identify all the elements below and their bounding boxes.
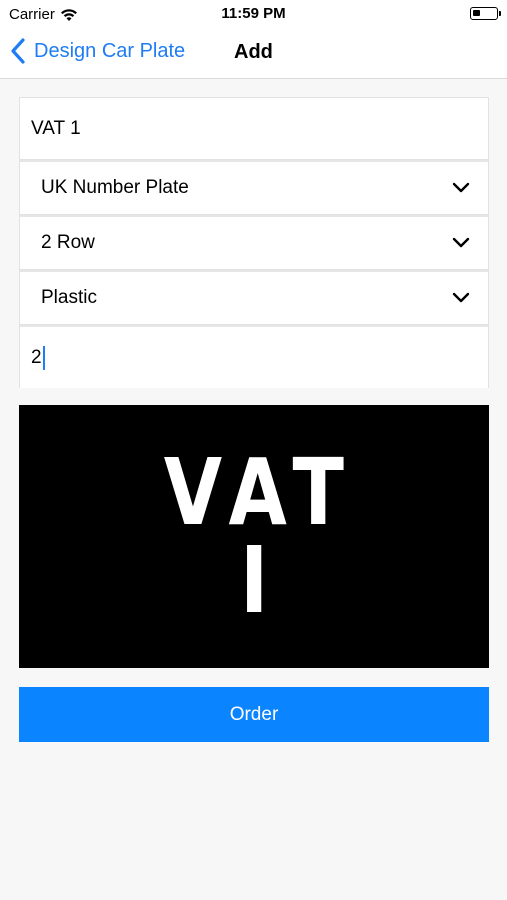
rows-value: 2 Row bbox=[41, 232, 95, 253]
battery-icon bbox=[470, 7, 501, 20]
chevron-down-icon bbox=[452, 237, 470, 248]
plate-type-value: UK Number Plate bbox=[41, 177, 189, 198]
plate-type-select[interactable]: UK Number Plate bbox=[19, 160, 489, 215]
plate-preview-line-2: I bbox=[239, 526, 280, 634]
plate-text-value: VAT 1 bbox=[31, 117, 81, 139]
chevron-down-icon bbox=[452, 292, 470, 303]
navigation-bar: Design Car Plate Add bbox=[0, 28, 507, 79]
chevron-left-icon bbox=[11, 38, 25, 64]
rows-select[interactable]: 2 Row bbox=[19, 215, 489, 270]
battery-level bbox=[473, 10, 480, 16]
material-value: Plastic bbox=[41, 287, 97, 308]
status-time: 11:59 PM bbox=[221, 5, 286, 22]
status-bar: Carrier 11:59 PM bbox=[0, 0, 507, 28]
quantity-input[interactable]: 2 bbox=[19, 325, 489, 388]
plate-text-input[interactable]: VAT 1 bbox=[19, 97, 489, 160]
chevron-down-icon bbox=[452, 182, 470, 193]
back-button-label: Design Car Plate bbox=[34, 39, 186, 62]
back-button[interactable]: Design Car Plate bbox=[10, 38, 185, 64]
material-select[interactable]: Plastic bbox=[19, 270, 489, 325]
page-title: Add bbox=[234, 41, 273, 63]
plate-preview-line-1: VAT bbox=[163, 438, 356, 546]
quantity-value: 2 bbox=[31, 346, 42, 368]
order-button[interactable]: Order bbox=[19, 687, 489, 742]
plate-form: VAT 1 UK Number Plate 2 Row Plastic 2 bbox=[19, 97, 489, 388]
text-cursor bbox=[42, 345, 45, 370]
plate-preview: VAT I bbox=[19, 405, 489, 668]
